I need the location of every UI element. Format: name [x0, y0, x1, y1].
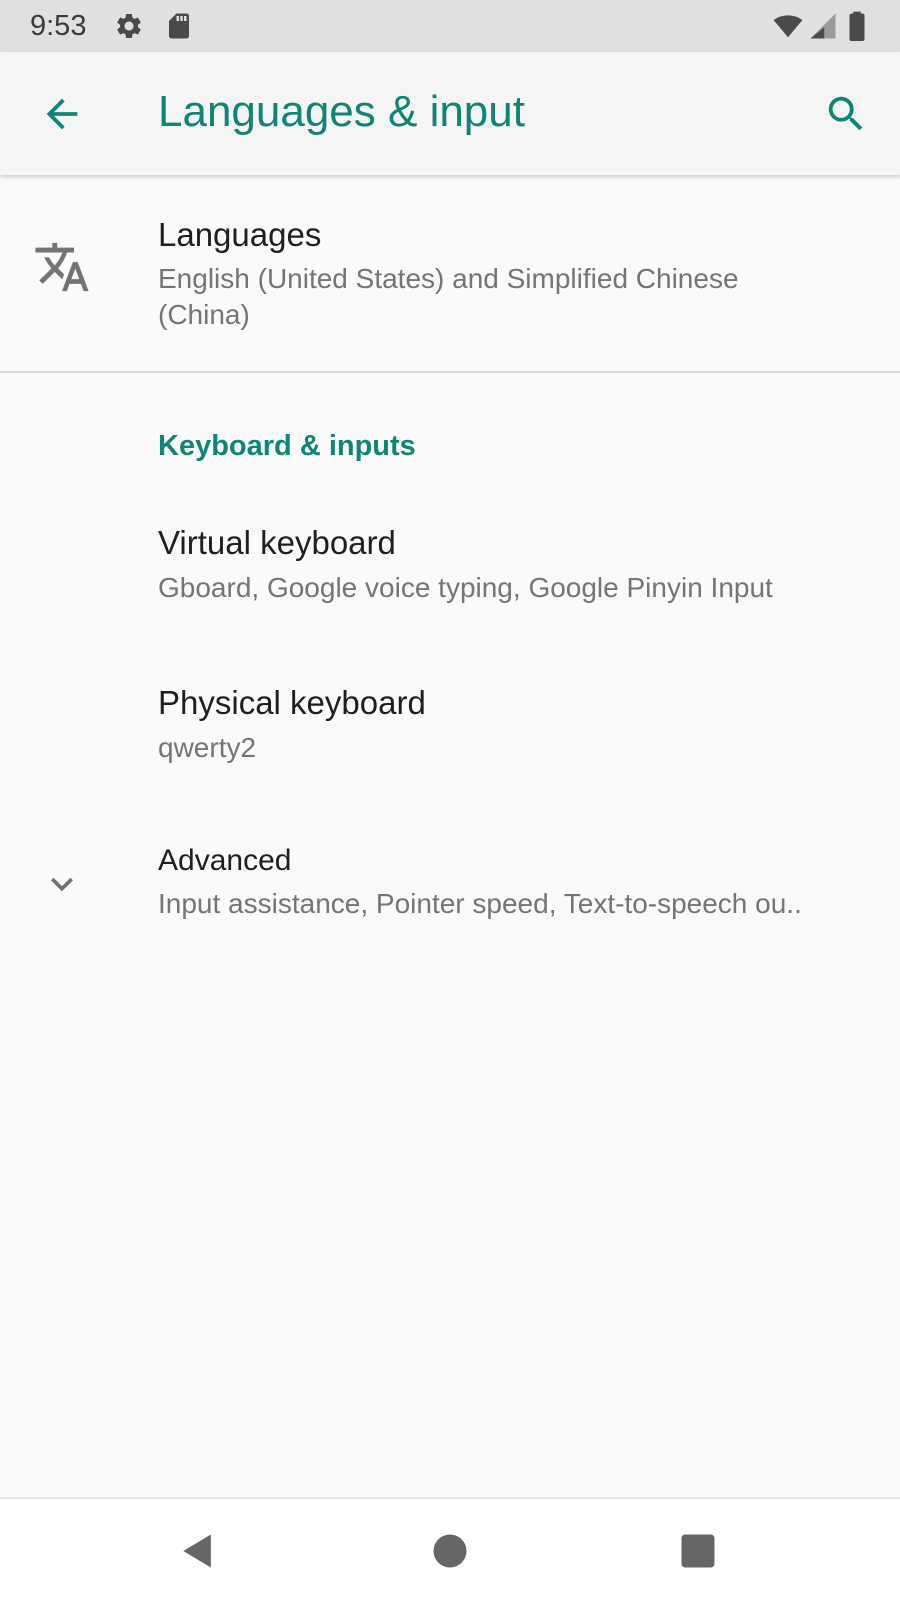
advanced-summary: Input assistance, Pointer speed, Text-to…: [158, 888, 802, 919]
navigation-bar: [0, 1497, 900, 1602]
page-title: Languages & input: [158, 87, 525, 136]
virtual-keyboard-summary: Gboard, Google voice typing, Google Piny…: [158, 572, 773, 603]
sd-card-icon: [164, 11, 194, 41]
keyboard-inputs-header: Keyboard & inputs: [158, 430, 416, 462]
search-button[interactable]: [806, 74, 886, 154]
languages-item[interactable]: Languages English (United States) and Si…: [0, 175, 900, 371]
physical-keyboard-title: Physical keyboard: [158, 684, 426, 721]
physical-keyboard-summary: qwerty2: [158, 732, 257, 763]
wifi-icon: [770, 11, 806, 41]
settings-icon: [114, 11, 144, 41]
recents-square-icon: [681, 1534, 715, 1568]
divider: [0, 371, 900, 373]
nav-back-button[interactable]: [162, 1515, 234, 1587]
chevron-down-icon: [38, 860, 86, 908]
home-circle-icon: [433, 1534, 467, 1568]
search-icon: [828, 96, 863, 131]
physical-keyboard-item[interactable]: Physical keyboard qwerty2: [0, 660, 900, 815]
nav-home-button[interactable]: [414, 1515, 486, 1587]
back-button[interactable]: [22, 74, 102, 154]
languages-title: Languages: [158, 216, 322, 253]
status-bar: 9:53: [0, 0, 900, 52]
advanced-item[interactable]: Advanced Input assistance, Pointer speed…: [0, 820, 900, 960]
battery-icon: [845, 11, 869, 41]
translate-icon: [30, 235, 94, 299]
status-time: 9:53: [30, 10, 87, 42]
cell-signal-icon: [808, 11, 838, 41]
back-triangle-icon: [183, 1534, 211, 1568]
nav-recents-button[interactable]: [662, 1515, 734, 1587]
virtual-keyboard-title: Virtual keyboard: [158, 524, 396, 561]
advanced-title: Advanced: [158, 844, 292, 877]
virtual-keyboard-item[interactable]: Virtual keyboard Gboard, Google voice ty…: [0, 500, 900, 655]
arrow-back-icon: [46, 98, 78, 130]
app-bar: Languages & input: [0, 52, 900, 175]
languages-summary: English (United States) and Simplified C…: [158, 263, 739, 330]
